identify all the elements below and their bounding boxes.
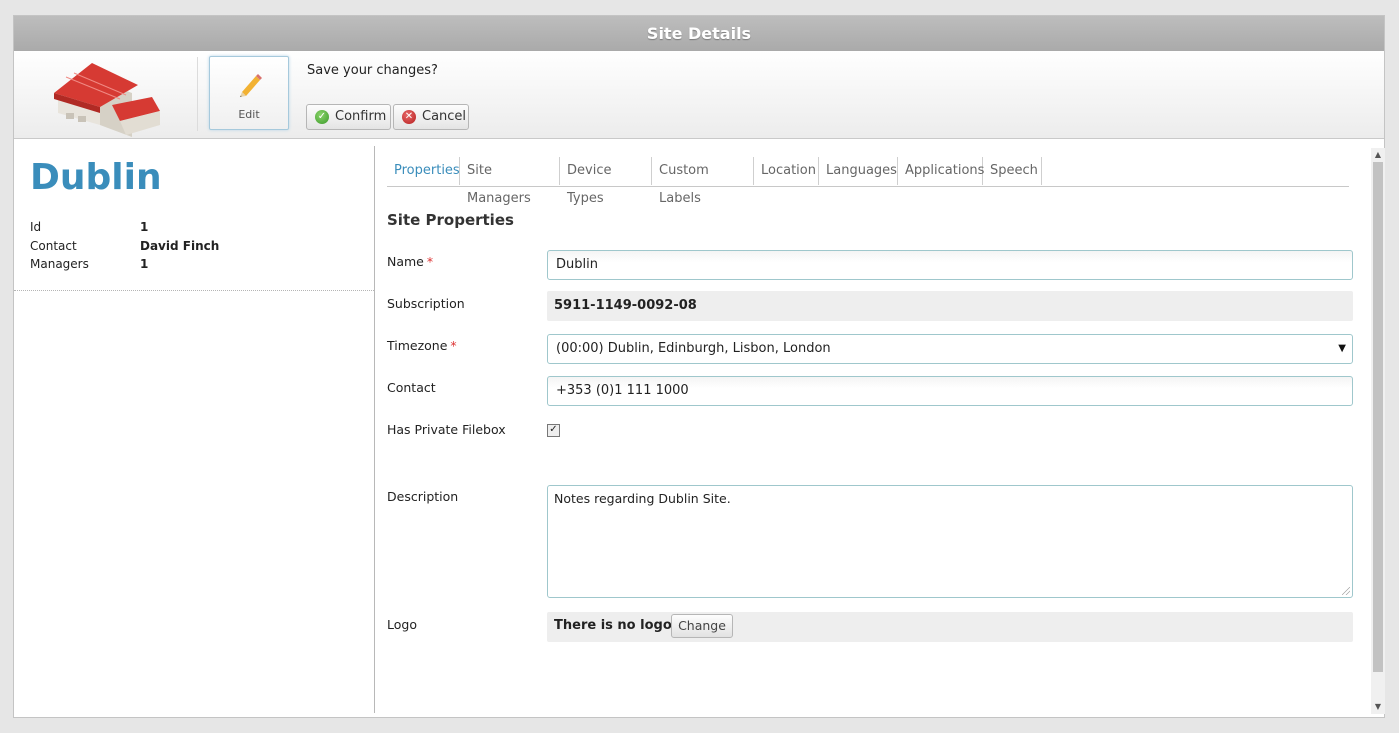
dropdown-arrow-icon: ▼ [1338, 343, 1346, 354]
description-label: Description [387, 489, 459, 504]
private-filebox-checkbox[interactable]: ✓ [547, 424, 560, 437]
tab-site-managers[interactable]: Site Managers [460, 157, 560, 206]
section-title: Site Properties [387, 211, 514, 229]
tab-bar: Properties Site Managers Device Types Cu… [387, 157, 1349, 206]
resize-handle-icon[interactable] [1342, 587, 1350, 595]
site-name-heading: Dublin [30, 157, 162, 198]
confirm-label: Confirm [335, 109, 387, 124]
info-value: David Finch [140, 239, 220, 253]
description-text: Notes regarding Dublin Site. [554, 491, 731, 506]
scroll-down-icon[interactable]: ▼ [1371, 700, 1385, 714]
timezone-label-text: Timezone [387, 338, 448, 353]
check-icon: ✓ [315, 110, 329, 124]
info-row-id: Id 1 [30, 220, 148, 234]
cancel-label: Cancel [422, 109, 467, 124]
edit-button-label: Edit [238, 108, 260, 121]
subscription-value: 5911-1149-0092-08 [547, 291, 1353, 321]
contact-field[interactable]: +353 (0)1 111 1000 [547, 376, 1353, 406]
timezone-select[interactable]: (00:00) Dublin, Edinburgh, Lisbon, Londo… [547, 334, 1353, 364]
contact-label: Contact [387, 380, 436, 395]
info-value: 1 [140, 257, 149, 271]
pencil-icon [240, 74, 262, 97]
toolbar-divider [197, 57, 198, 131]
required-marker: * [450, 338, 457, 353]
tab-applications[interactable]: Applications [898, 157, 984, 185]
scrollbar-thumb[interactable] [1373, 162, 1383, 672]
scroll-up-icon[interactable]: ▲ [1371, 148, 1385, 162]
summary-divider [14, 290, 374, 291]
tab-properties[interactable]: Properties [387, 157, 460, 185]
name-field[interactable]: Dublin [547, 250, 1353, 280]
save-prompt: Save your changes? [307, 63, 438, 78]
tab-device-types[interactable]: Device Types [560, 157, 652, 206]
tab-speech[interactable]: Speech [983, 157, 1042, 185]
site-summary-panel: Dublin Id 1 Contact David Finch Managers 1 [14, 139, 374, 719]
name-label-text: Name [387, 254, 424, 269]
required-marker: * [426, 254, 434, 269]
info-row-managers: Managers 1 [30, 257, 148, 271]
tab-custom-labels[interactable]: Custom Labels [652, 157, 754, 206]
timezone-selected-value: (00:00) Dublin, Edinburgh, Lisbon, Londo… [556, 341, 831, 356]
toolbar: Edit Save your changes? ✓ Confirm ✕ Canc… [14, 51, 1384, 139]
logo-label: Logo [387, 617, 417, 632]
window-title: Site Details [14, 16, 1384, 51]
logo-field: There is no logo Change [547, 612, 1353, 642]
vertical-scrollbar[interactable]: ▲ ▼ [1371, 148, 1385, 714]
tab-languages[interactable]: Languages [819, 157, 898, 185]
cancel-button[interactable]: ✕ Cancel [393, 104, 469, 130]
info-row-contact: Contact David Finch [30, 239, 219, 253]
info-key: Contact [30, 239, 77, 253]
filebox-label: Has Private Filebox [387, 422, 506, 437]
close-icon: ✕ [402, 110, 416, 124]
confirm-button[interactable]: ✓ Confirm [306, 104, 391, 130]
info-key: Managers [30, 257, 89, 271]
info-key: Id [30, 220, 42, 234]
panel-divider [374, 146, 375, 713]
description-textarea[interactable]: Notes regarding Dublin Site. [547, 485, 1353, 598]
tab-location[interactable]: Location [754, 157, 819, 185]
site-details-window: Site Details Edit Save your changes? ✓ C… [13, 15, 1385, 718]
logo-status: There is no logo [554, 618, 672, 633]
edit-button[interactable]: Edit [209, 56, 289, 130]
change-logo-button[interactable]: Change [671, 614, 733, 638]
info-value: 1 [140, 220, 149, 234]
warehouse-icon [54, 63, 160, 137]
subscription-label: Subscription [387, 296, 465, 311]
name-label: Name * [387, 254, 433, 269]
timezone-label: Timezone * [387, 338, 457, 353]
